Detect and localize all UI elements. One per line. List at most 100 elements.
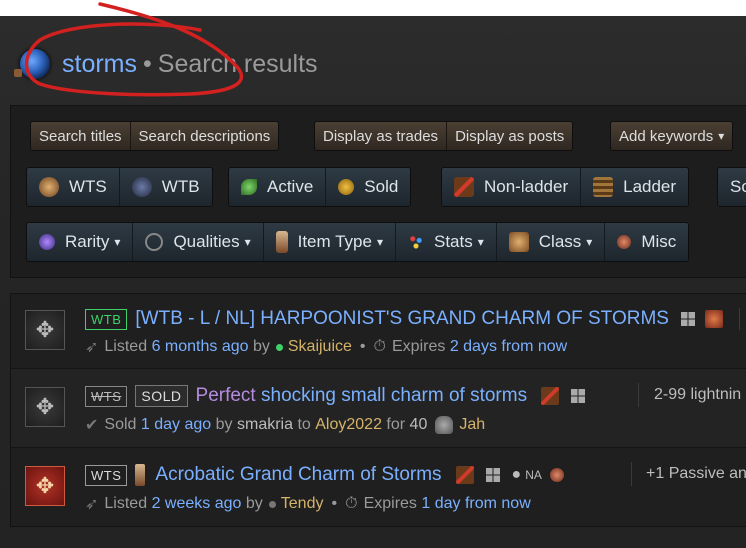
row-divider [638, 383, 639, 407]
listed-label: Listed [104, 338, 148, 355]
misc-icon [617, 235, 632, 249]
seller-name[interactable]: Tendy [281, 495, 324, 513]
add-keywords-dropdown[interactable]: Add keywords [611, 122, 733, 150]
item-filters-group: Rarity Qualities Item Type Stats Class M… [26, 222, 690, 262]
for-label: for [386, 416, 406, 433]
search-query[interactable]: storms [62, 50, 137, 79]
by-label: by [245, 495, 263, 512]
search-titles-button[interactable]: Search titles [31, 122, 131, 150]
search-scope-toggle: Search titles Search descriptions [30, 121, 280, 151]
price-currency: Jah [459, 416, 486, 433]
globe-icon: ● [511, 466, 522, 483]
row-divider [739, 308, 740, 330]
misc-icon [549, 468, 564, 482]
result-title-link[interactable]: Acrobatic Grand Charm of Storms [155, 464, 441, 486]
display-as-posts-button[interactable]: Display as posts [447, 122, 573, 150]
check-icon: ✔ [85, 417, 99, 434]
windows-icon [571, 389, 586, 403]
title-suffix: Search results [157, 49, 318, 78]
timer-icon: ⏱ [345, 495, 358, 512]
trade-type-badge: WTS [85, 464, 128, 486]
class-icon [508, 232, 529, 252]
listed-label: Listed [104, 495, 148, 512]
row-divider [631, 462, 632, 486]
expires-label: Expires [363, 495, 417, 512]
non-ladder-icon [455, 466, 474, 484]
item-type-dropdown[interactable]: Item Type [263, 223, 396, 261]
sold-badge: SOLD [135, 385, 188, 407]
charm-item-icon[interactable]: ✥ [25, 387, 65, 427]
search-descriptions-button[interactable]: Search descriptions [130, 122, 279, 150]
wts-filter-button[interactable]: WTS [27, 168, 120, 206]
add-keywords-group: Add keywords [610, 121, 734, 151]
sold-age: 1 day ago [140, 416, 212, 433]
grand-charm-icon [135, 464, 146, 486]
price-amount: 40 [409, 416, 428, 433]
results-list: ✥ WTB [WTB - L / NL] HARPOONIST'S GRAND … [10, 293, 746, 527]
charm-item-icon[interactable]: ✥ [25, 310, 65, 350]
rarity-icon [39, 234, 55, 250]
sold-label: Sold [104, 416, 137, 433]
offline-status-dot [268, 500, 276, 508]
listed-age: 2 weeks ago [151, 495, 242, 512]
stats-icon [407, 234, 424, 250]
extra-group: So [717, 167, 746, 207]
non-ladder-icon [541, 387, 560, 405]
trade-type-badge: WTS [85, 385, 128, 407]
meta-bullet: • [331, 495, 338, 512]
site-logo-icon[interactable] [14, 49, 50, 79]
leaf-icon [241, 179, 257, 195]
region-label: NA [525, 468, 542, 482]
stats-dropdown[interactable]: Stats [395, 223, 497, 261]
list-item[interactable]: ✥ WTS SOLD Perfect shocking small charm … [11, 368, 746, 447]
filter-panel: Search titles Search descriptions Displa… [10, 105, 746, 278]
meta-bullet: • [359, 338, 366, 355]
display-mode-toggle: Display as trades Display as posts [314, 121, 574, 151]
misc-dropdown[interactable]: Misc [605, 223, 689, 261]
ladder-icon [593, 177, 614, 197]
windows-icon [485, 468, 500, 482]
rarity-dropdown[interactable]: Rarity [27, 223, 134, 261]
windows-icon [680, 312, 695, 326]
listed-icon: ➶ [85, 496, 99, 513]
gold-coins-icon [338, 179, 355, 195]
item-type-icon [275, 231, 288, 253]
item-stats-preview: +1 Passive an [646, 465, 746, 482]
trade-type-badge: WTB [85, 308, 128, 330]
non-ladder-filter-button[interactable]: Non-ladder [442, 168, 582, 206]
to-label: to [297, 416, 311, 433]
list-item[interactable]: ✥ WTB [WTB - L / NL] HARPOONIST'S GRAND … [11, 294, 746, 367]
charm-item-icon[interactable]: ✥ [25, 466, 65, 506]
seller-name[interactable]: smakria [237, 416, 293, 434]
title-rest: shocking small charm of storms [261, 385, 528, 406]
online-status-dot [275, 343, 283, 351]
buyer-name[interactable]: Aloy2022 [315, 416, 382, 434]
expires-time: 2 days from now [449, 338, 568, 355]
by-label: by [215, 416, 233, 433]
by-label: by [252, 338, 270, 355]
extra-filter-button[interactable]: So [718, 168, 746, 206]
expires-time: 1 day from now [421, 495, 531, 512]
item-stats-preview: 2-99 lightnin [654, 386, 742, 403]
qualities-dropdown[interactable]: Qualities [133, 223, 264, 261]
class-portrait-icon [704, 310, 723, 328]
page-title: storms • Search results [14, 44, 318, 84]
wtb-icon [131, 177, 152, 197]
seller-name[interactable]: Skaijuice [288, 338, 352, 356]
listed-icon: ➶ [85, 339, 99, 356]
rune-icon [435, 416, 454, 434]
result-title-link[interactable]: Perfect shocking small charm of storms [196, 385, 528, 407]
list-item[interactable]: ✥ WTS Acrobatic Grand Charm of Storms ● … [11, 447, 746, 527]
sold-filter-button[interactable]: Sold [326, 168, 411, 206]
class-dropdown[interactable]: Class [496, 223, 606, 261]
listed-age: 6 months ago [151, 338, 249, 355]
browser-top-strip [0, 0, 746, 16]
title-separator: • [143, 49, 152, 78]
result-title-link[interactable]: [WTB - L / NL] HARPOONIST'S GRAND CHARM … [135, 308, 669, 330]
non-ladder-icon [454, 177, 474, 197]
wtb-filter-button[interactable]: WTB [119, 168, 212, 206]
display-as-trades-button[interactable]: Display as trades [315, 122, 448, 150]
active-filter-button[interactable]: Active [229, 168, 327, 206]
ladder-group: Non-ladder Ladder [441, 167, 690, 207]
ladder-filter-button[interactable]: Ladder [581, 168, 689, 206]
